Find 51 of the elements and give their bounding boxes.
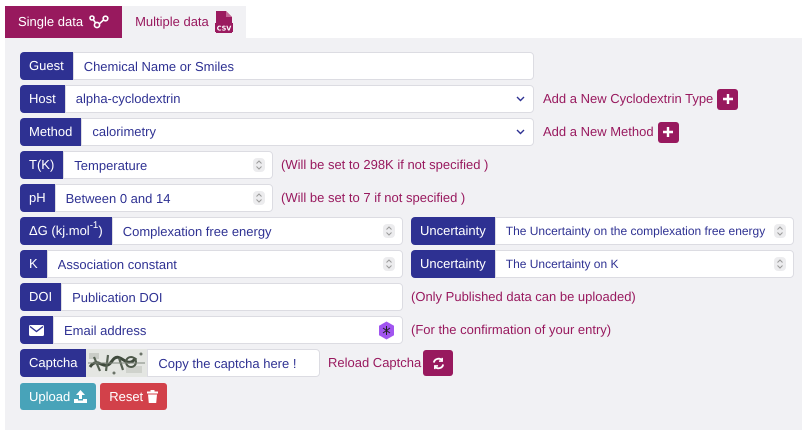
hexagon-icon[interactable] [378, 320, 395, 340]
input-label: T(K) [20, 151, 64, 179]
nodes-icon [89, 15, 110, 29]
upload-icon [74, 390, 88, 403]
input-field[interactable]: Copy the captcha here ! [147, 349, 320, 377]
add-link[interactable]: Add a New Method [543, 122, 654, 142]
input-label: Guest [20, 52, 73, 80]
hint-text: (For the confirmation of your entry) [411, 321, 612, 340]
add-button[interactable] [717, 88, 738, 110]
chevron-down-icon [516, 129, 525, 135]
add-button[interactable] [658, 122, 679, 142]
hint-text: (Only Published data can be uploaded) [411, 288, 636, 306]
spinner-icon[interactable] [774, 257, 786, 271]
input-field[interactable]: Publication DOI [61, 283, 403, 311]
envelope-icon [29, 324, 44, 336]
input-field[interactable]: The Uncertainty on the complexation free energy [494, 217, 794, 245]
input-label: Captcha [20, 349, 86, 377]
dropdown[interactable]: calorimetry [81, 118, 534, 146]
trash-icon [147, 390, 158, 403]
input-field[interactable]: Complexation free energy [112, 217, 403, 245]
input-label: K [20, 250, 47, 278]
input-field[interactable]: Between 0 and 14 [54, 184, 273, 212]
reload-button[interactable] [423, 350, 454, 376]
hint-text: (Will be set to 7 if not specified ) [281, 189, 466, 208]
spinner-icon[interactable] [774, 224, 786, 238]
plus-icon [662, 126, 674, 138]
dropdown[interactable]: alpha-cyclodextrin [64, 85, 534, 113]
input-field[interactable]: Email address [53, 316, 403, 344]
input-label: DOI [20, 283, 62, 311]
hint-text: (Will be set to 298K if not specified ) [281, 156, 488, 174]
input-label: Uncertainty [411, 217, 495, 245]
spinner-icon[interactable] [253, 158, 265, 172]
input-label: Uncertainty [411, 250, 495, 278]
input-field[interactable]: Association constant [46, 250, 403, 278]
input-field[interactable]: The Uncertainty on K [494, 250, 794, 278]
chevron-down-icon [516, 96, 525, 102]
spinner-icon[interactable] [253, 191, 265, 205]
input-field[interactable]: Chemical Name or Smiles [72, 52, 534, 80]
tab[interactable]: Single data [5, 6, 122, 38]
spinner-icon[interactable] [383, 224, 395, 238]
input-label: pH [20, 184, 55, 212]
reload-link[interactable]: Reload Captcha [328, 353, 422, 373]
input-field[interactable]: Temperature [63, 151, 273, 179]
spinner-icon[interactable] [383, 257, 395, 271]
plus-icon [722, 93, 734, 105]
input-label: Method [20, 118, 82, 146]
reset-button[interactable]: Reset [100, 383, 168, 410]
refresh-icon [432, 356, 445, 370]
input-label: Host [20, 85, 65, 113]
input-label: ΔG (kj.mol$^{-1}$) [20, 217, 112, 245]
add-link[interactable]: Add a New Cyclodextrin Type [543, 89, 714, 109]
